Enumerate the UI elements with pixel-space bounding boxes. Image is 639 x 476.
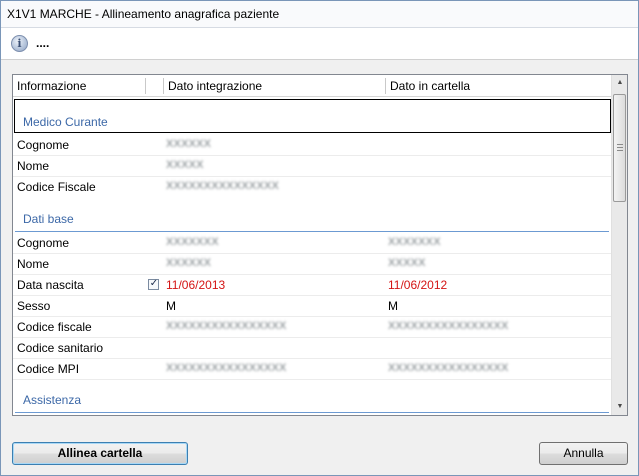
scroll-down-button[interactable]: ▼	[612, 398, 627, 415]
grip-line	[617, 147, 623, 148]
row-label: Cognome	[17, 236, 70, 250]
row-value-cartella: 11/06/2012	[388, 278, 448, 292]
column-header-dato-in-cartella[interactable]: Dato in cartella	[390, 79, 470, 93]
row-value-integrazione: XXXXX	[166, 159, 204, 171]
row-label: Sesso	[17, 299, 51, 313]
column-header-dato-integrazione[interactable]: Dato integrazione	[168, 79, 262, 93]
row-value-integrazione: 11/06/2013	[166, 278, 226, 292]
table-row[interactable]: Data nascita ✓ 11/06/2013 11/06/2012	[13, 275, 611, 296]
table-row[interactable]: Codice MPI XXXXXXXXXXXXXXXX XXXXXXXXXXXX…	[13, 359, 611, 380]
section-title: Medico Curante	[23, 115, 108, 129]
section-title: Assistenza	[23, 393, 82, 407]
row-label: Codice Fiscale	[17, 180, 96, 194]
arrow-down-icon: ▼	[616, 403, 624, 410]
grid-header: Informazione Dato integrazione Dato in c…	[13, 75, 611, 97]
info-icon: i	[11, 35, 28, 52]
checkmark-icon: ✓	[149, 278, 159, 289]
row-label: Codice fiscale	[17, 320, 92, 334]
table-row[interactable]: Codice fiscale XXXXXXXXXXXXXXXX XXXXXXXX…	[13, 317, 611, 338]
dialog-window: X1V1 MARCHE - Allineamento anagrafica pa…	[0, 0, 639, 476]
info-message: ....	[36, 36, 50, 50]
row-value-cartella: XXXXXXX	[388, 236, 441, 248]
column-divider[interactable]	[145, 78, 146, 94]
row-value-integrazione: XXXXXXX	[166, 236, 219, 248]
table-row[interactable]: Nome XXXXX	[13, 156, 611, 177]
row-value-integrazione: XXXXXX	[166, 138, 212, 150]
info-bar: i ....	[1, 28, 638, 60]
section-title: Dati base	[23, 212, 74, 226]
table-row[interactable]: Cognome XXXXXX	[13, 135, 611, 156]
section-divider	[15, 231, 609, 232]
table-row[interactable]: Cognome XXXXXXX XXXXXXX	[13, 233, 611, 254]
row-value-cartella: XXXXXXXXXXXXXXXX	[388, 362, 509, 374]
row-label: Codice sanitario	[17, 341, 104, 355]
grip-line	[617, 144, 623, 145]
column-divider[interactable]	[163, 78, 164, 94]
data-grid[interactable]: Informazione Dato integrazione Dato in c…	[12, 74, 628, 416]
row-label: Codice MPI	[17, 362, 80, 376]
section-divider	[15, 412, 609, 413]
row-value-integrazione: XXXXXX	[166, 257, 212, 269]
vertical-scrollbar[interactable]: ▲ ▼	[611, 75, 627, 415]
section-header-dati-base[interactable]: Dati base	[13, 212, 611, 232]
grid-body: Medico Curante Cognome XXXXXX Nome XXXXX…	[13, 97, 611, 415]
row-value-cartella: XXXXX	[388, 257, 426, 269]
arrow-up-icon: ▲	[616, 79, 624, 86]
scroll-up-button[interactable]: ▲	[612, 75, 627, 92]
row-label: Nome	[17, 257, 50, 271]
table-row[interactable]: Codice Fiscale XXXXXXXXXXXXXXX	[13, 177, 611, 198]
row-value-cartella: M	[388, 299, 398, 313]
column-divider[interactable]	[385, 78, 386, 94]
column-header-informazione[interactable]: Informazione	[17, 79, 86, 93]
row-value-integrazione: XXXXXXXXXXXXXXX	[166, 180, 280, 192]
table-row[interactable]: Nome XXXXXX XXXXX	[13, 254, 611, 275]
row-label: Cognome	[17, 138, 70, 152]
section-header-assistenza[interactable]: Assistenza	[13, 393, 611, 413]
row-value-integrazione: XXXXXXXXXXXXXXXX	[166, 362, 287, 374]
table-row[interactable]: Sesso M M	[13, 296, 611, 317]
row-label: Nome	[17, 159, 50, 173]
window-title: X1V1 MARCHE - Allineamento anagrafica pa…	[7, 7, 280, 21]
cancel-button[interactable]: Annulla	[539, 442, 628, 465]
scrollbar-thumb[interactable]	[613, 94, 626, 202]
row-label: Data nascita	[17, 278, 84, 292]
grip-line	[617, 150, 623, 151]
section-header-medico-curante[interactable]: Medico Curante	[13, 115, 611, 135]
row-value-cartella: XXXXXXXXXXXXXXXX	[388, 320, 509, 332]
row-value-integrazione: M	[166, 299, 176, 313]
title-bar: X1V1 MARCHE - Allineamento anagrafica pa…	[1, 1, 638, 28]
align-checkbox[interactable]: ✓	[148, 278, 159, 290]
table-row[interactable]: Codice sanitario	[13, 338, 611, 359]
align-record-button[interactable]: Allinea cartella	[12, 442, 188, 465]
row-value-integrazione: XXXXXXXXXXXXXXXX	[166, 320, 287, 332]
